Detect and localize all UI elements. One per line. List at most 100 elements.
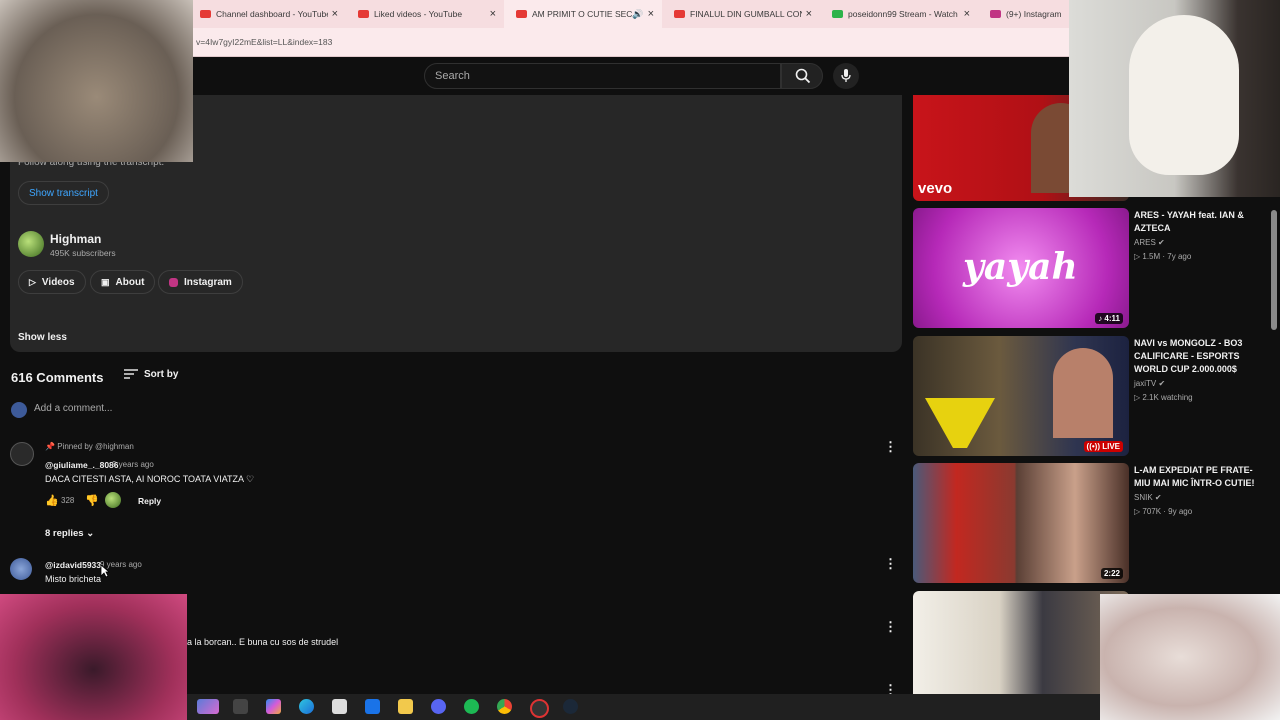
more-options-icon[interactable]: ⋮ [884, 439, 897, 455]
close-icon[interactable]: × [964, 8, 970, 20]
video-icon: ▷ [29, 276, 36, 287]
video-meta: ▷ 1.5M · 7y ago [1134, 252, 1192, 261]
video-title[interactable]: L-AM EXPEDIAT PE FRATE-MIU MAI MIC ÎNTR-… [1134, 464, 1264, 490]
youtube-icon [674, 10, 685, 18]
edge-icon[interactable] [299, 699, 314, 714]
comments-count: 616 Comments [11, 370, 104, 385]
creator-heart-avatar [105, 492, 121, 508]
search-button[interactable] [781, 63, 823, 89]
mail-icon[interactable] [365, 699, 380, 714]
video-meta: ▷ 707K · 9y ago [1134, 507, 1193, 516]
close-icon[interactable]: × [648, 8, 654, 20]
chrome-icon[interactable] [497, 699, 512, 714]
more-options-icon[interactable]: ⋮ [884, 556, 897, 572]
team-logo [925, 398, 995, 448]
browser-tab[interactable]: Channel dashboard - YouTube × [188, 0, 346, 28]
video-thumbnail[interactable] [913, 591, 1129, 694]
youtube-icon [516, 10, 527, 18]
video-title[interactable]: NAVI vs MONGOLZ - BO3 CALIFICARE - ESPOR… [1134, 337, 1264, 376]
webcam-overlay-dog-2 [1100, 594, 1280, 720]
instagram-button[interactable]: Instagram [158, 270, 243, 294]
youtube-icon [200, 10, 211, 18]
sort-icon [124, 369, 138, 379]
verified-icon: ✔ [1158, 379, 1166, 388]
folder-icon[interactable] [398, 699, 413, 714]
like-icon[interactable]: 👍 [45, 494, 59, 507]
browser-tab[interactable]: poseidonn99 Stream - Watch L × [820, 0, 978, 28]
browser-tab[interactable]: FINALUL DIN GUMBALL CONF × [662, 0, 820, 28]
comment-text: a la borcan.. E buna cu sos de strudel [187, 637, 339, 647]
dislike-icon[interactable]: 👎 [85, 494, 99, 507]
comment-author[interactable]: @izdavid5933 [45, 560, 101, 570]
webcam-overlay-cat [0, 594, 187, 720]
widget-icon[interactable] [197, 699, 219, 714]
vevo-logo: vevo [918, 180, 953, 197]
avatar [11, 402, 27, 418]
kick-icon [832, 10, 843, 18]
search-input[interactable]: Search [424, 63, 781, 89]
video-meta: ▷ 2.1K watching [1134, 393, 1193, 402]
video-title[interactable]: ARES - YAYAH feat. IAN & AZTECA [1134, 209, 1264, 235]
search-icon [795, 68, 811, 84]
voice-search-button[interactable] [833, 63, 859, 89]
live-badge: ((•)) LIVE [1083, 441, 1123, 452]
chevron-down-icon: ⌄ [86, 528, 95, 539]
channel-name[interactable]: Highman [50, 232, 101, 246]
channel-name[interactable]: ARES ✔ [1134, 238, 1165, 247]
verified-icon: ✔ [1154, 493, 1162, 502]
browser-tab-active[interactable]: AM PRIMIT O CUTIE SECRE🔊× [504, 0, 662, 28]
duration-badge: 2:22 [1100, 568, 1123, 579]
webcam-overlay-squirrel [0, 0, 193, 162]
comment-avatar[interactable] [10, 442, 34, 466]
thumbnail-person [1053, 348, 1113, 438]
comment-time[interactable]: 9 years ago [112, 460, 154, 469]
replies-toggle[interactable]: 8 replies ⌄ [45, 528, 94, 539]
show-transcript-button[interactable]: Show transcript [18, 181, 109, 205]
steam-icon[interactable] [563, 699, 578, 714]
add-comment-input[interactable]: Add a comment... [34, 403, 112, 414]
youtube-icon [358, 10, 369, 18]
store-icon[interactable] [332, 699, 347, 714]
comment-avatar[interactable] [10, 558, 32, 580]
more-options-icon[interactable]: ⋮ [884, 619, 897, 635]
video-thumbnail[interactable]: ((•)) LIVE [913, 336, 1129, 456]
comment-text: Misto bricheta [45, 574, 102, 584]
verified-icon: ✔ [1158, 238, 1165, 247]
task-view-icon[interactable] [233, 699, 248, 714]
copilot-icon[interactable] [266, 699, 281, 714]
channel-avatar[interactable] [18, 231, 44, 257]
close-icon[interactable]: × [806, 8, 812, 20]
channel-name[interactable]: SNIK ✔ [1134, 493, 1162, 502]
recording-app-icon[interactable] [530, 699, 549, 718]
about-button[interactable]: ▣ About [90, 270, 156, 294]
browser-tab[interactable]: Liked videos - YouTube × [346, 0, 504, 28]
speaker-icon[interactable]: 🔊 [632, 9, 643, 20]
pinned-label: 📌 Pinned by @highman [45, 442, 134, 451]
instagram-icon [990, 10, 1001, 18]
video-thumbnail[interactable]: yayah ♪ 4:11 [913, 208, 1129, 328]
sort-by-button[interactable]: Sort by [124, 368, 178, 380]
comment-author[interactable]: @giuliame_._8086 [45, 460, 119, 470]
pin-icon: 📌 [45, 442, 55, 451]
close-icon[interactable]: × [332, 8, 338, 20]
close-icon[interactable]: × [490, 8, 496, 20]
like-count: 328 [61, 496, 75, 505]
mouse-cursor-icon [100, 564, 110, 578]
instagram-icon [169, 277, 178, 287]
reply-button[interactable]: Reply [138, 496, 161, 506]
url-text[interactable]: v=4Iw7gyI22mE&list=LL&index=183 [196, 37, 332, 47]
dog-image [1129, 15, 1239, 175]
comment-text: DACA CITESTI ASTA, AI NOROC TOATA VIATZA… [45, 474, 255, 484]
channel-subscribers: 495K subscribers [50, 248, 116, 258]
video-thumbnail[interactable]: 2:22 [913, 463, 1129, 583]
discord-icon[interactable] [431, 699, 446, 714]
videos-button[interactable]: ▷ Videos [18, 270, 86, 294]
thumbnail-title-art: yayah [963, 246, 1078, 288]
spotify-icon[interactable] [464, 699, 479, 714]
scrollbar-thumb[interactable] [1271, 210, 1277, 330]
info-icon: ▣ [101, 276, 110, 287]
channel-name[interactable]: jaxiTV ✔ [1134, 379, 1165, 388]
show-less-button[interactable]: Show less [18, 332, 67, 343]
duration-badge: ♪ 4:11 [1095, 313, 1123, 324]
webcam-overlay-dog [1069, 0, 1280, 197]
